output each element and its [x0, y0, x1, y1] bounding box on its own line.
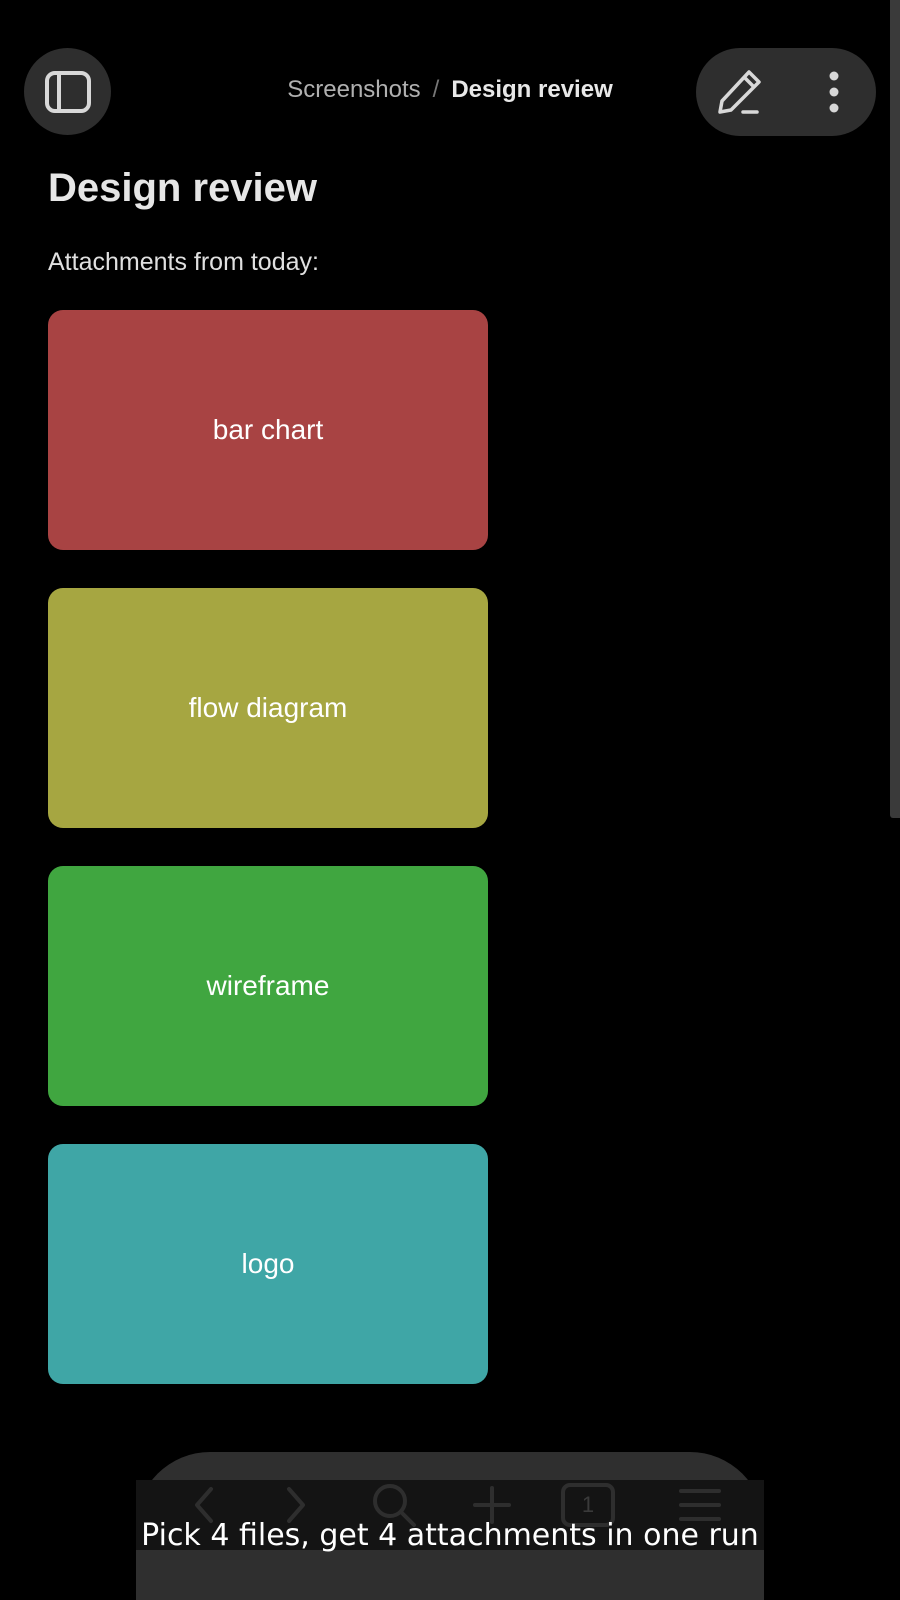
breadcrumb-separator: /	[432, 76, 440, 103]
top-bar: Screenshots / Design review	[0, 0, 900, 160]
attachment-label: bar chart	[212, 414, 324, 445]
breadcrumb-current: Design review	[451, 76, 613, 103]
attachment-label: logo	[241, 1248, 295, 1279]
header-actions	[696, 48, 876, 136]
intro-text: Attachments from today:	[48, 248, 319, 276]
breadcrumb-parent-link[interactable]: Screenshots	[287, 76, 420, 104]
page-title: Design review	[48, 166, 318, 210]
attachment-label: flow diagram	[188, 692, 348, 723]
edit-button[interactable]	[710, 62, 770, 122]
more-vertical-icon	[829, 71, 839, 113]
attachment-label: wireframe	[206, 970, 330, 1001]
caption-overlay: Pick 4 files, get 4 attachments in one r…	[141, 1518, 759, 1553]
attachment-flow-diagram[interactable]: flow diagram	[48, 588, 488, 828]
pencil-icon	[718, 70, 761, 114]
attachment-bar-chart[interactable]: bar chart	[48, 310, 488, 550]
more-options-button[interactable]	[804, 62, 864, 122]
attachment-wireframe[interactable]: wireframe	[48, 866, 488, 1106]
attachment-logo[interactable]: logo	[48, 1144, 488, 1384]
